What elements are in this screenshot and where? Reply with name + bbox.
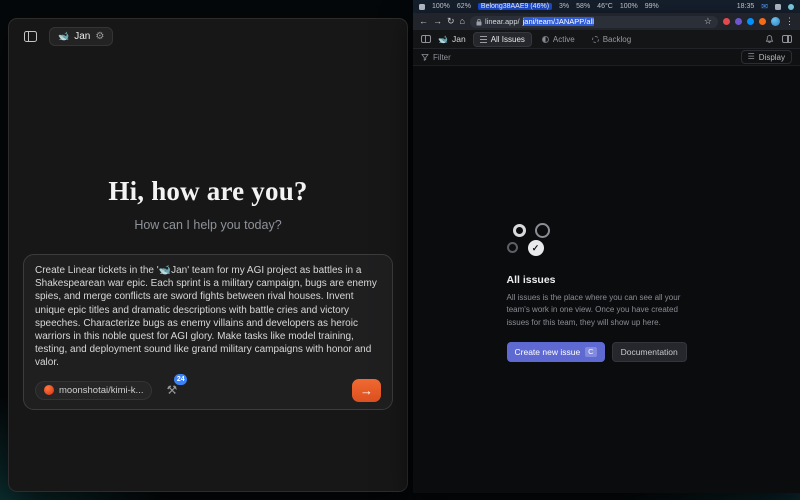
linear-sidebar-toggle-icon[interactable] — [421, 35, 431, 43]
display-icon: ☰ — [748, 53, 755, 61]
linear-team-emoji: 🐋 — [438, 35, 448, 44]
empty-state-title: All issues — [507, 274, 707, 286]
browser-toolbar: ← → ↻ ⌂ linear.app/jani/team/JANAPP/all … — [413, 13, 800, 30]
assistant-selector[interactable]: 🐋 Jan ⚙ — [49, 27, 113, 46]
filter-label: Filter — [433, 53, 451, 62]
model-name-label: moonshotai/kimi-k... — [59, 385, 143, 396]
tab-active[interactable]: Active — [535, 32, 582, 47]
model-selector[interactable]: moonshotai/kimi-k... — [35, 381, 152, 400]
volume-percent: 62% — [457, 3, 471, 10]
display-label: Display — [759, 53, 785, 62]
tab-all-issues[interactable]: All Issues — [473, 32, 532, 47]
model-provider-icon — [44, 385, 54, 395]
chat-input-card[interactable]: Create Linear tickets in the '🐋Jan' team… — [23, 254, 393, 410]
linear-team-breadcrumb[interactable]: 🐋 Jan — [438, 34, 466, 44]
cpu-percent: 3% — [559, 3, 569, 10]
jan-titlebar: 🐋 Jan ⚙ — [9, 19, 407, 54]
refresh-icon[interactable]: ↻ — [447, 17, 455, 26]
memory-percent: 58% — [576, 3, 590, 10]
backlog-status-icon — [592, 36, 599, 43]
profile-avatar[interactable] — [771, 17, 780, 26]
active-status-icon — [542, 36, 549, 43]
system-status-bar: 100% 62% Belong38AAE9 (46%) 3% 58% 46°C … — [413, 0, 800, 13]
chat-input-text[interactable]: Create Linear tickets in the '🐋Jan' team… — [35, 264, 381, 370]
backlog-circle-icon — [507, 242, 518, 253]
create-new-issue-button[interactable]: Create new issue C — [507, 342, 605, 362]
greeting-subtitle: How can I help you today? — [9, 218, 407, 232]
jan-app-window: 🐋 Jan ⚙ Hi, how are you? How can I help … — [8, 18, 408, 492]
tab-all-issues-label: All Issues — [491, 35, 525, 44]
battery-percent: 100% — [432, 3, 450, 10]
display-button[interactable]: ☰ Display — [741, 50, 792, 64]
extension-icon-red[interactable] — [723, 18, 730, 25]
mail-icon[interactable]: ✉ — [761, 2, 768, 11]
tray-messenger-icon[interactable] — [788, 4, 794, 10]
bell-icon[interactable] — [765, 35, 774, 44]
temperature-label: 46°C — [597, 3, 613, 10]
chat-input-toolbar: moonshotai/kimi-k... ⚒ 24 → — [35, 379, 381, 402]
documentation-button[interactable]: Documentation — [612, 342, 687, 362]
send-arrow-icon: → — [360, 383, 373, 398]
in-progress-circle-icon — [535, 223, 550, 238]
browser-menu-icon[interactable]: ⋮ — [785, 17, 794, 26]
forward-icon[interactable]: → — [433, 17, 442, 26]
empty-state-description: All issues is the place where you can se… — [507, 292, 692, 329]
url-text: linear.app/ — [485, 17, 520, 26]
todo-circle-icon — [513, 224, 526, 237]
gear-icon[interactable]: ⚙ — [95, 31, 104, 42]
tools-button[interactable]: ⚒ 24 — [166, 381, 177, 399]
linear-team-name: Jan — [452, 34, 466, 44]
extension-icon-blue[interactable] — [747, 18, 754, 25]
lock-icon — [476, 18, 482, 26]
greeting-block: Hi, how are you? How can I help you toda… — [9, 176, 407, 232]
desktop: 🐋 Jan ⚙ Hi, how are you? How can I help … — [0, 0, 800, 500]
team-emoji: 🐋 — [58, 31, 69, 42]
home-icon[interactable]: ⌂ — [460, 17, 465, 26]
team-name-label: Jan — [74, 31, 90, 42]
address-bar[interactable]: linear.app/jani/team/JANAPP/all ☆ — [470, 16, 718, 28]
empty-state: ✓ All issues All issues is the place whe… — [507, 66, 707, 362]
linear-filter-bar: Filter ☰ Display — [413, 49, 800, 66]
clock: 18:35 — [737, 3, 755, 10]
done-check-icon: ✓ — [528, 240, 544, 256]
bookmark-star-icon[interactable]: ☆ — [704, 17, 712, 26]
linear-view-tabs: All Issues Active Backlog — [473, 32, 639, 47]
create-new-issue-label: Create new issue — [515, 347, 581, 357]
extension-icon-orange[interactable] — [759, 18, 766, 25]
shortcut-badge: C — [585, 347, 596, 357]
url-selected-text: jani/team/JANAPP/all — [523, 17, 594, 26]
tab-active-label: Active — [553, 35, 575, 44]
back-icon[interactable]: ← — [419, 17, 428, 26]
browser-window: ← → ↻ ⌂ linear.app/jani/team/JANAPP/all … — [413, 13, 800, 493]
documentation-label: Documentation — [621, 347, 678, 357]
battery2-percent: 100% — [620, 3, 638, 10]
sidebar-toggle-glyph — [24, 31, 37, 42]
tools-count-badge: 24 — [174, 374, 187, 385]
linear-header: 🐋 Jan All Issues Active Backlog — [413, 30, 800, 49]
check-glyph: ✓ — [532, 243, 540, 254]
funnel-icon — [421, 53, 429, 61]
extension-icon-purple[interactable] — [735, 18, 742, 25]
sidebar-toggle-icon[interactable] — [20, 28, 40, 46]
tools-icon: ⚒ — [166, 383, 177, 397]
linear-content: ✓ All issues All issues is the place whe… — [413, 66, 800, 493]
tab-backlog-label: Backlog — [603, 35, 631, 44]
right-panel-toggle-icon[interactable] — [782, 35, 792, 43]
greeting-title: Hi, how are you? — [9, 176, 407, 207]
disk-percent: 99% — [645, 3, 659, 10]
linear-header-right — [765, 35, 792, 44]
filter-button[interactable]: Filter — [421, 53, 451, 62]
all-issues-icon — [480, 36, 487, 43]
tray-shield-icon[interactable] — [419, 4, 425, 10]
tray-app-icon[interactable] — [775, 4, 781, 10]
tab-backlog[interactable]: Backlog — [585, 32, 638, 47]
send-button[interactable]: → — [352, 379, 381, 402]
empty-state-actions: Create new issue C Documentation — [507, 342, 707, 362]
wifi-network-label[interactable]: Belong38AAE9 (46%) — [478, 3, 552, 10]
issue-status-illustration: ✓ — [507, 224, 565, 260]
